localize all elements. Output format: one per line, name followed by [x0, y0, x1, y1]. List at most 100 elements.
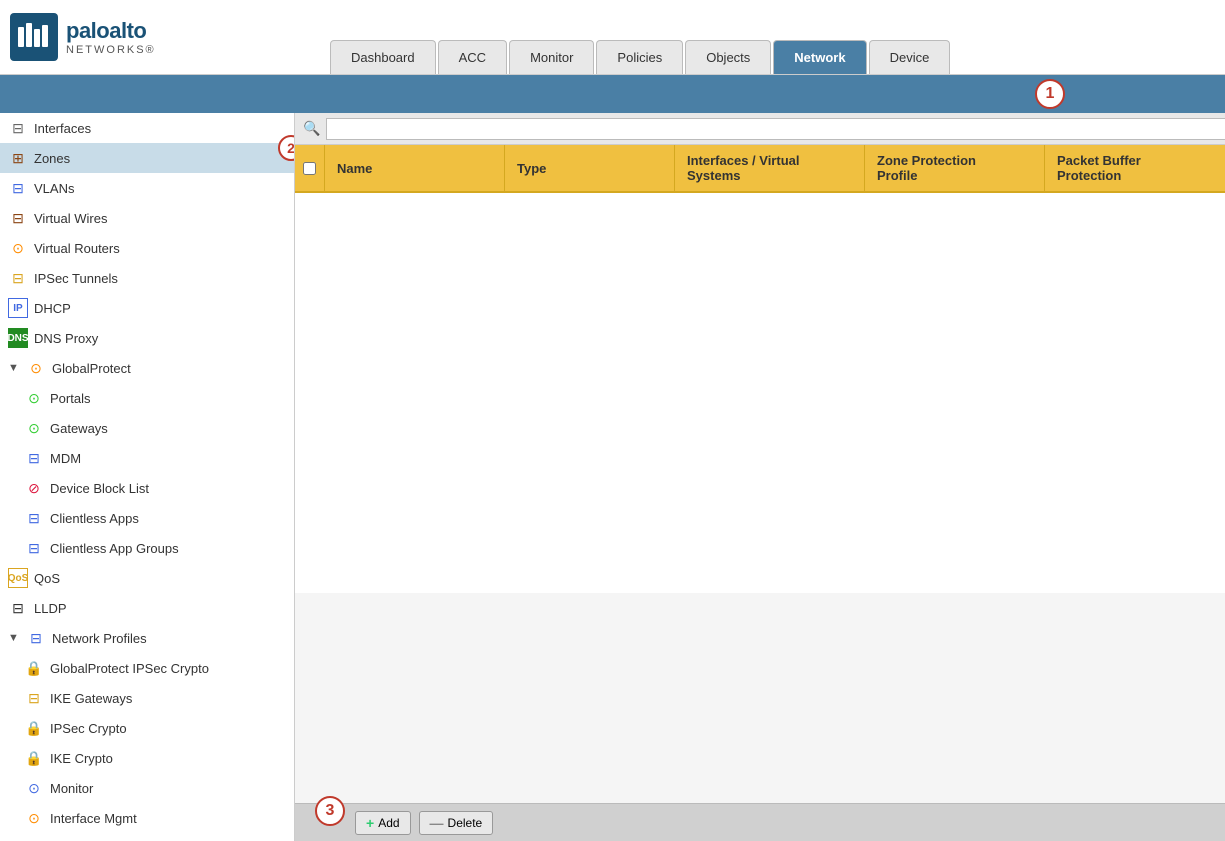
delete-label: Delete: [448, 816, 483, 830]
portals-icon: ⊙: [24, 388, 44, 408]
tab-network[interactable]: Network: [773, 40, 866, 74]
sidebar-item-ike-gateways[interactable]: ⊟ IKE Gateways: [0, 683, 294, 713]
sidebar-item-network-profiles[interactable]: ▼ ⊟ Network Profiles: [0, 623, 294, 653]
dhcp-icon: IP: [8, 298, 28, 318]
sidebar-item-ipsec-tunnels[interactable]: ⊟ IPSec Tunnels: [0, 263, 294, 293]
qos-icon: QoS: [8, 568, 28, 588]
sidebar-item-monitor[interactable]: ⊙ Monitor: [0, 773, 294, 803]
tab-device[interactable]: Device: [869, 40, 951, 74]
table-header: Name Type Interfaces / VirtualSystems Zo…: [295, 145, 1225, 193]
sidebar-label-ike-crypto: IKE Crypto: [50, 751, 113, 766]
badge-1: 1: [1035, 79, 1065, 109]
sidebar-item-interface-mgmt[interactable]: ⊙ Interface Mgmt: [0, 803, 294, 833]
ike-gateways-icon: ⊟: [24, 688, 44, 708]
sidebar-item-vlans[interactable]: ⊟ VLANs: [0, 173, 294, 203]
badge-2: 2: [278, 135, 295, 161]
search-bar: 🔍: [295, 113, 1225, 145]
search-icon: 🔍: [303, 120, 320, 137]
sidebar-label-zones: Zones: [34, 151, 70, 166]
sidebar-label-gp-ipsec-crypto: GlobalProtect IPSec Crypto: [50, 661, 209, 676]
sidebar-item-zone-protection[interactable]: ⊟ Zone Protection: [0, 833, 294, 841]
ike-crypto-icon: 🔒: [24, 748, 44, 768]
delete-button[interactable]: — Delete: [419, 811, 494, 835]
sidebar-label-portals: Portals: [50, 391, 90, 406]
th-interfaces: Interfaces / VirtualSystems: [675, 145, 865, 191]
sidebar: ⊟ Interfaces ⊞ Zones 2 ⊟ VLANs ⊟ Virtual…: [0, 113, 295, 841]
logo-area: paloalto NETWORKS®: [10, 13, 270, 61]
sidebar-label-interface-mgmt: Interface Mgmt: [50, 811, 137, 826]
sidebar-label-device-block-list: Device Block List: [50, 481, 149, 496]
monitor-icon: ⊙: [24, 778, 44, 798]
sidebar-label-monitor: Monitor: [50, 781, 93, 796]
sidebar-item-portals[interactable]: ⊙ Portals: [0, 383, 294, 413]
sidebar-item-clientless-app-groups[interactable]: ⊟ Clientless App Groups: [0, 533, 294, 563]
dns-proxy-icon: DNS: [8, 328, 28, 348]
logo-icon: [10, 13, 58, 61]
sidebar-label-dhcp: DHCP: [34, 301, 71, 316]
network-profiles-icon: ⊟: [26, 628, 46, 648]
sidebar-item-gp-ipsec-crypto[interactable]: 🔒 GlobalProtect IPSec Crypto: [0, 653, 294, 683]
sidebar-item-virtual-wires[interactable]: ⊟ Virtual Wires: [0, 203, 294, 233]
sidebar-item-lldp[interactable]: ⊟ LLDP: [0, 593, 294, 623]
sidebar-item-dns-proxy[interactable]: DNS DNS Proxy: [0, 323, 294, 353]
logo-text: paloalto NETWORKS®: [66, 18, 156, 56]
sidebar-label-qos: QoS: [34, 571, 60, 586]
sidebar-label-ipsec-crypto: IPSec Crypto: [50, 721, 127, 736]
sidebar-item-clientless-apps[interactable]: ⊟ Clientless Apps: [0, 503, 294, 533]
interfaces-icon: ⊟: [8, 118, 28, 138]
sidebar-label-virtual-routers: Virtual Routers: [34, 241, 120, 256]
sidebar-label-gateways: Gateways: [50, 421, 108, 436]
zones-icon: ⊞: [8, 148, 28, 168]
sidebar-item-device-block-list[interactable]: ⊘ Device Block List: [0, 473, 294, 503]
sidebar-label-clientless-apps: Clientless Apps: [50, 511, 139, 526]
sidebar-item-globalprotect[interactable]: ▼ ⊙ GlobalProtect: [0, 353, 294, 383]
bottom-toolbar: 3 + Add — Delete: [295, 803, 1225, 841]
sidebar-label-ipsec-tunnels: IPSec Tunnels: [34, 271, 118, 286]
sidebar-label-clientless-app-groups: Clientless App Groups: [50, 541, 179, 556]
sidebar-item-virtual-routers[interactable]: ⊙ Virtual Routers: [0, 233, 294, 263]
tab-acc[interactable]: ACC: [438, 40, 507, 74]
tab-objects[interactable]: Objects: [685, 40, 771, 74]
sidebar-label-dns-proxy: DNS Proxy: [34, 331, 98, 346]
sidebar-label-lldp: LLDP: [34, 601, 67, 616]
select-all-checkbox[interactable]: [303, 162, 316, 175]
sidebar-item-gateways[interactable]: ⊙ Gateways: [0, 413, 294, 443]
delete-icon: —: [430, 815, 444, 831]
badge-3: 3: [315, 796, 345, 826]
lldp-icon: ⊟: [8, 598, 28, 618]
search-input[interactable]: [326, 118, 1225, 140]
sidebar-label-virtual-wires: Virtual Wires: [34, 211, 107, 226]
sidebar-item-interfaces[interactable]: ⊟ Interfaces: [0, 113, 294, 143]
virtual-wires-icon: ⊟: [8, 208, 28, 228]
sidebar-item-ike-crypto[interactable]: 🔒 IKE Crypto: [0, 743, 294, 773]
sidebar-label-mdm: MDM: [50, 451, 81, 466]
add-label: Add: [378, 816, 399, 830]
th-checkbox: [295, 145, 325, 191]
th-type: Type: [505, 145, 675, 191]
network-profiles-arrow: ▼: [8, 632, 20, 644]
gp-ipsec-crypto-icon: 🔒: [24, 658, 44, 678]
ipsec-tunnels-icon: ⊟: [8, 268, 28, 288]
ipsec-crypto-icon: 🔒: [24, 718, 44, 738]
sidebar-item-ipsec-crypto[interactable]: 🔒 IPSec Crypto: [0, 713, 294, 743]
data-table: Name Type Interfaces / VirtualSystems Zo…: [295, 145, 1225, 803]
sidebar-item-qos[interactable]: QoS QoS: [0, 563, 294, 593]
clientless-app-groups-icon: ⊟: [24, 538, 44, 558]
sidebar-item-zones[interactable]: ⊞ Zones 2: [0, 143, 294, 173]
sidebar-label-vlans: VLANs: [34, 181, 74, 196]
logo-subtitle: NETWORKS®: [66, 44, 156, 56]
add-button[interactable]: + Add: [355, 811, 411, 835]
header: paloalto NETWORKS® Dashboard ACC Monitor…: [0, 0, 1225, 75]
nav-tabs: Dashboard ACC Monitor Policies Objects N…: [330, 0, 950, 74]
subheader: 1: [0, 75, 1225, 113]
sidebar-item-mdm[interactable]: ⊟ MDM: [0, 443, 294, 473]
tab-monitor[interactable]: Monitor: [509, 40, 594, 74]
table-body: [295, 193, 1225, 593]
logo-company: paloalto: [66, 18, 156, 44]
main-content: ⊟ Interfaces ⊞ Zones 2 ⊟ VLANs ⊟ Virtual…: [0, 113, 1225, 841]
add-icon: +: [366, 815, 374, 831]
tab-policies[interactable]: Policies: [596, 40, 683, 74]
mdm-icon: ⊟: [24, 448, 44, 468]
tab-dashboard[interactable]: Dashboard: [330, 40, 436, 74]
sidebar-item-dhcp[interactable]: IP DHCP: [0, 293, 294, 323]
